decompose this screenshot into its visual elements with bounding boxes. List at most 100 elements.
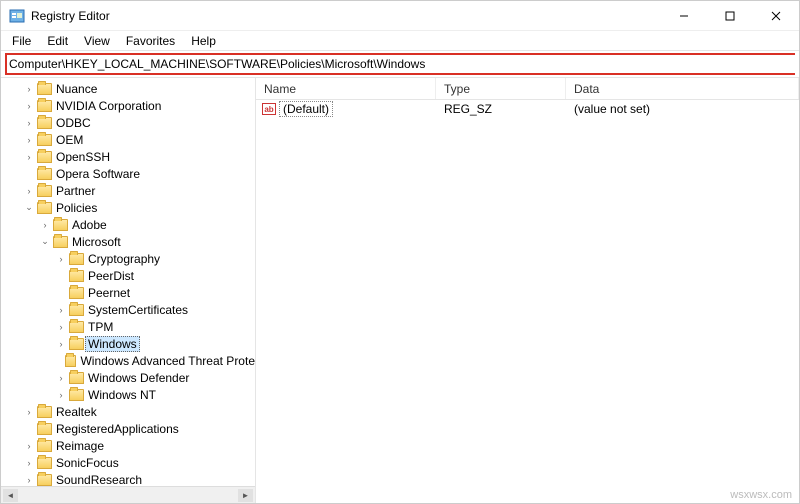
folder-icon [37, 134, 52, 146]
tree-node-label: Policies [56, 201, 97, 215]
values-pane: Name Type Data ab (Default) REG_SZ (valu… [256, 78, 799, 503]
column-header-data[interactable]: Data [566, 78, 799, 99]
chevron-down-icon[interactable]: ⌄ [39, 236, 51, 248]
tree-node-label: Opera Software [56, 167, 140, 181]
tree-node-peerdist[interactable]: PeerDist [3, 267, 255, 284]
chevron-right-icon[interactable]: › [23, 185, 35, 197]
tree-horizontal-scrollbar[interactable]: ◄ ► [1, 486, 255, 503]
window-title: Registry Editor [31, 9, 661, 23]
chevron-right-icon[interactable]: › [39, 219, 51, 231]
folder-icon [69, 338, 84, 350]
tree-node-nuance[interactable]: › Nuance [3, 80, 255, 97]
folder-icon [37, 83, 52, 95]
tree-spacer [55, 355, 63, 367]
chevron-right-icon[interactable]: › [23, 151, 35, 163]
value-name-cell: ab (Default) [256, 101, 436, 117]
tree-node-peernet[interactable]: Peernet [3, 284, 255, 301]
folder-icon [69, 372, 84, 384]
chevron-right-icon[interactable]: › [55, 253, 67, 265]
chevron-right-icon[interactable]: › [55, 338, 67, 350]
tree-node-openssh[interactable]: › OpenSSH [3, 148, 255, 165]
chevron-right-icon[interactable]: › [23, 474, 35, 486]
tree-node-label: NVIDIA Corporation [56, 99, 161, 113]
menu-file[interactable]: File [5, 32, 38, 50]
folder-icon [69, 253, 84, 265]
tree-node-label: Realtek [56, 405, 97, 419]
watermark-text: wsxwsx.com [730, 489, 792, 501]
tree-pane[interactable]: ›Nuance›NVIDIA Corporation›ODBC›OEM›Open… [1, 78, 256, 503]
column-header-type[interactable]: Type [436, 78, 566, 99]
chevron-right-icon[interactable]: › [23, 406, 35, 418]
folder-icon [37, 474, 52, 486]
chevron-right-icon[interactable]: › [23, 117, 35, 129]
maximize-button[interactable] [707, 1, 753, 31]
tree-node-label: TPM [88, 320, 113, 334]
chevron-right-icon[interactable]: › [23, 440, 35, 452]
chevron-right-icon[interactable]: › [23, 100, 35, 112]
tree-node-windows[interactable]: › Windows [3, 335, 255, 352]
tree-node-label: Partner [56, 184, 95, 198]
tree-node-nvidia-corporation[interactable]: › NVIDIA Corporation [3, 97, 255, 114]
chevron-down-icon[interactable]: ⌄ [23, 202, 35, 214]
chevron-right-icon[interactable]: › [55, 304, 67, 316]
value-name: (Default) [279, 101, 333, 117]
menu-edit[interactable]: Edit [40, 32, 75, 50]
menu-view[interactable]: View [77, 32, 117, 50]
tree-node-label: OpenSSH [56, 150, 110, 164]
tree-node-adobe[interactable]: › Adobe [3, 216, 255, 233]
tree-node-policies[interactable]: ⌄ Policies [3, 199, 255, 216]
value-row[interactable]: ab (Default) REG_SZ (value not set) [256, 100, 799, 118]
column-header-name[interactable]: Name [256, 78, 436, 99]
minimize-button[interactable] [661, 1, 707, 31]
chevron-right-icon[interactable]: › [55, 372, 67, 384]
minimize-icon [679, 11, 689, 21]
folder-icon [37, 423, 52, 435]
folder-icon [69, 321, 84, 333]
tree-node-systemcertificates[interactable]: › SystemCertificates [3, 301, 255, 318]
tree-node-cryptography[interactable]: ›Cryptography [3, 250, 255, 267]
tree-node-realtek[interactable]: › Realtek [3, 403, 255, 420]
tree-node-odbc[interactable]: › ODBC [3, 114, 255, 131]
tree-node-partner[interactable]: › Partner [3, 182, 255, 199]
close-button[interactable] [753, 1, 799, 31]
tree-node-label: Reimage [56, 439, 104, 453]
string-value-icon: ab [262, 103, 276, 115]
menubar: File Edit View Favorites Help [1, 31, 799, 51]
tree-node-label: Adobe [72, 218, 107, 232]
tree-node-label: SystemCertificates [88, 303, 188, 317]
regedit-app-icon [9, 8, 25, 24]
tree-node-label: Windows NT [88, 388, 156, 402]
chevron-right-icon[interactable]: › [55, 321, 67, 333]
menu-favorites[interactable]: Favorites [119, 32, 182, 50]
tree-node-sonicfocus[interactable]: ›SonicFocus [3, 454, 255, 471]
tree-node-reimage[interactable]: › Reimage [3, 437, 255, 454]
tree-node-oem[interactable]: ›OEM [3, 131, 255, 148]
folder-icon [69, 287, 84, 299]
scroll-right-icon[interactable]: ► [238, 489, 253, 502]
folder-icon [69, 270, 84, 282]
folder-icon [69, 304, 84, 316]
tree-spacer [55, 270, 67, 282]
tree-node-windows-nt[interactable]: › Windows NT [3, 386, 255, 403]
chevron-right-icon[interactable]: › [23, 457, 35, 469]
tree-node-windows-defender[interactable]: ›Windows Defender [3, 369, 255, 386]
chevron-right-icon[interactable]: › [23, 134, 35, 146]
tree-node-opera-software[interactable]: Opera Software [3, 165, 255, 182]
tree-node-tpm[interactable]: › TPM [3, 318, 255, 335]
tree-node-microsoft[interactable]: ⌄Microsoft [3, 233, 255, 250]
tree-node-label: ODBC [56, 116, 91, 130]
folder-icon [37, 202, 52, 214]
folder-icon [65, 355, 76, 367]
tree-node-windows-advanced-threat-prote[interactable]: Windows Advanced Threat Prote [3, 352, 255, 369]
tree-node-label: Nuance [56, 82, 97, 96]
tree-node-label: Windows [85, 336, 140, 352]
tree-node-registeredapplications[interactable]: RegisteredApplications [3, 420, 255, 437]
address-path: Computer\HKEY_LOCAL_MACHINE\SOFTWARE\Pol… [9, 57, 425, 71]
chevron-right-icon[interactable]: › [23, 83, 35, 95]
chevron-right-icon[interactable]: › [55, 389, 67, 401]
value-type: REG_SZ [436, 102, 566, 116]
folder-icon [37, 440, 52, 452]
menu-help[interactable]: Help [184, 32, 223, 50]
address-bar[interactable]: Computer\HKEY_LOCAL_MACHINE\SOFTWARE\Pol… [5, 53, 795, 75]
scroll-left-icon[interactable]: ◄ [3, 489, 18, 502]
